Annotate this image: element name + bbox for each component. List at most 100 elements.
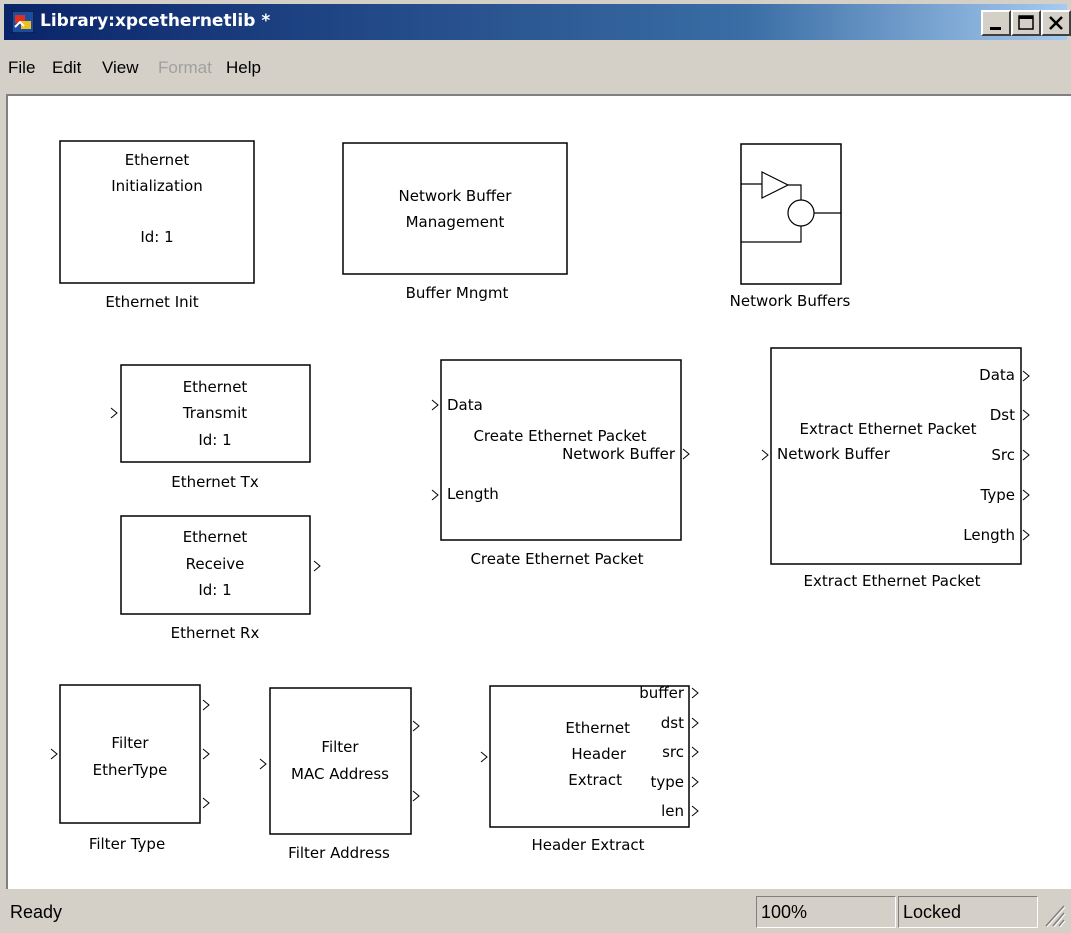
output-port-icon [1022, 449, 1030, 461]
output-port-icon [202, 797, 210, 809]
block-label: Filter [111, 734, 149, 752]
block-label: Create Ethernet Packet [473, 427, 646, 445]
block-caption: Header Extract [531, 836, 644, 854]
resize-grip-icon[interactable] [1040, 898, 1066, 928]
block-label: Receive [186, 555, 245, 573]
output-port-icon [691, 805, 699, 817]
input-port-icon [761, 449, 769, 461]
block-caption: Buffer Mngmt [406, 284, 509, 302]
block-label: Ethernet [125, 151, 190, 169]
block-extract-ethernet-packet[interactable]: Data Dst Extract Ethernet Packet Network… [761, 347, 1030, 590]
port-label: Data [447, 396, 483, 414]
port-label: buffer [639, 684, 685, 702]
title-bar[interactable]: Library:xpcethernetlib * [4, 4, 1071, 40]
block-label: Ethernet [565, 719, 630, 737]
port-label: Network Buffer [562, 445, 676, 463]
input-port-icon [431, 489, 439, 501]
zoom-level: 100% [756, 896, 896, 928]
simulink-app-icon [12, 11, 34, 33]
output-port-icon [1022, 529, 1030, 541]
block-label: EtherType [93, 761, 168, 779]
maximize-icon [1018, 15, 1034, 30]
output-port-icon [1022, 370, 1030, 382]
port-label: src [662, 743, 684, 761]
output-port-icon [691, 687, 699, 699]
block-buffer-mngmt[interactable]: Network Buffer Management Buffer Mngmt [342, 142, 568, 302]
block-id-label: Id: 1 [140, 228, 173, 246]
input-port-icon [259, 758, 267, 770]
output-port-icon [682, 448, 690, 460]
model-canvas[interactable]: Ethernet Initialization Id: 1 Ethernet I… [6, 94, 1071, 889]
block-label: Filter [321, 738, 359, 756]
input-port-icon [110, 407, 118, 419]
model-window: Library:xpcethernetlib * File Edit View … [0, 0, 1071, 933]
block-id-label: Id: 1 [198, 581, 231, 599]
block-ethernet-rx[interactable]: Ethernet Receive Id: 1 Ethernet Rx [120, 515, 321, 642]
maximize-button[interactable] [1011, 10, 1041, 36]
output-port-icon [1022, 489, 1030, 501]
output-port-icon [412, 790, 420, 802]
output-port-icon [202, 748, 210, 760]
status-text: Ready [10, 902, 63, 922]
block-label: Initialization [111, 177, 202, 195]
input-port-icon [480, 751, 488, 763]
block-ethernet-tx[interactable]: Ethernet Transmit Id: 1 Ethernet Tx [110, 364, 311, 491]
port-label: Dst [990, 406, 1015, 424]
block-filter-address[interactable]: Filter MAC Address Filter Address [259, 687, 420, 862]
lock-status: Locked [898, 896, 1038, 928]
block-filter-type[interactable]: Filter EtherType Filter Type [50, 684, 210, 853]
block-label: Extract [568, 771, 622, 789]
output-port-icon [313, 560, 321, 572]
output-port-icon [691, 746, 699, 758]
close-icon [1049, 16, 1063, 30]
block-label: Management [406, 213, 505, 231]
block-caption: Network Buffers [730, 292, 851, 310]
port-label: len [661, 802, 684, 820]
status-bar: Ready 100% Locked [4, 892, 1067, 932]
output-port-icon [202, 699, 210, 711]
menu-bar: File Edit View Format Help [4, 48, 1067, 88]
output-port-icon [412, 720, 420, 732]
port-label: Network Buffer [777, 445, 891, 463]
block-create-ethernet-packet[interactable]: Data Create Ethernet Packet Network Buff… [431, 359, 690, 568]
close-button[interactable] [1041, 10, 1071, 36]
block-label: Ethernet [183, 528, 248, 546]
minimize-icon [990, 27, 1001, 30]
block-label: Extract Ethernet Packet [800, 420, 977, 438]
block-header-extract[interactable]: buffer dst Ethernet src Header Extract t… [480, 684, 699, 854]
window-title: Library:xpcethernetlib * [40, 11, 271, 31]
output-port-icon [1022, 409, 1030, 421]
menu-edit[interactable]: Edit [52, 58, 81, 78]
port-label: type [650, 773, 684, 791]
port-label: Src [991, 446, 1015, 464]
output-port-icon [691, 717, 699, 729]
block-caption: Filter Address [288, 844, 390, 862]
block-label: Ethernet [183, 378, 248, 396]
menu-format[interactable]: Format [158, 58, 212, 78]
menu-file[interactable]: File [8, 58, 35, 78]
block-label: MAC Address [291, 765, 389, 783]
block-label: Header [571, 745, 626, 763]
port-label: Length [447, 485, 499, 503]
block-caption: Create Ethernet Packet [470, 550, 643, 568]
menu-help[interactable]: Help [226, 58, 261, 78]
menu-view[interactable]: View [102, 58, 139, 78]
block-caption: Ethernet Tx [171, 473, 259, 491]
block-caption: Ethernet Rx [171, 624, 260, 642]
input-port-icon [50, 748, 58, 760]
block-network-buffers[interactable]: Network Buffers [730, 143, 851, 310]
block-caption: Ethernet Init [105, 293, 198, 311]
block-diagram: Ethernet Initialization Id: 1 Ethernet I… [50, 140, 1030, 862]
block-label: Network Buffer [399, 187, 513, 205]
output-port-icon [691, 776, 699, 788]
block-caption: Extract Ethernet Packet [804, 572, 981, 590]
port-label: Length [963, 526, 1015, 544]
port-label: dst [661, 714, 684, 732]
port-label: Type [980, 486, 1015, 504]
port-label: Data [979, 366, 1015, 384]
block-caption: Filter Type [89, 835, 165, 853]
block-id-label: Id: 1 [198, 431, 231, 449]
minimize-button[interactable] [981, 10, 1011, 36]
block-label: Transmit [182, 404, 247, 422]
block-ethernet-init[interactable]: Ethernet Initialization Id: 1 Ethernet I… [59, 140, 255, 311]
